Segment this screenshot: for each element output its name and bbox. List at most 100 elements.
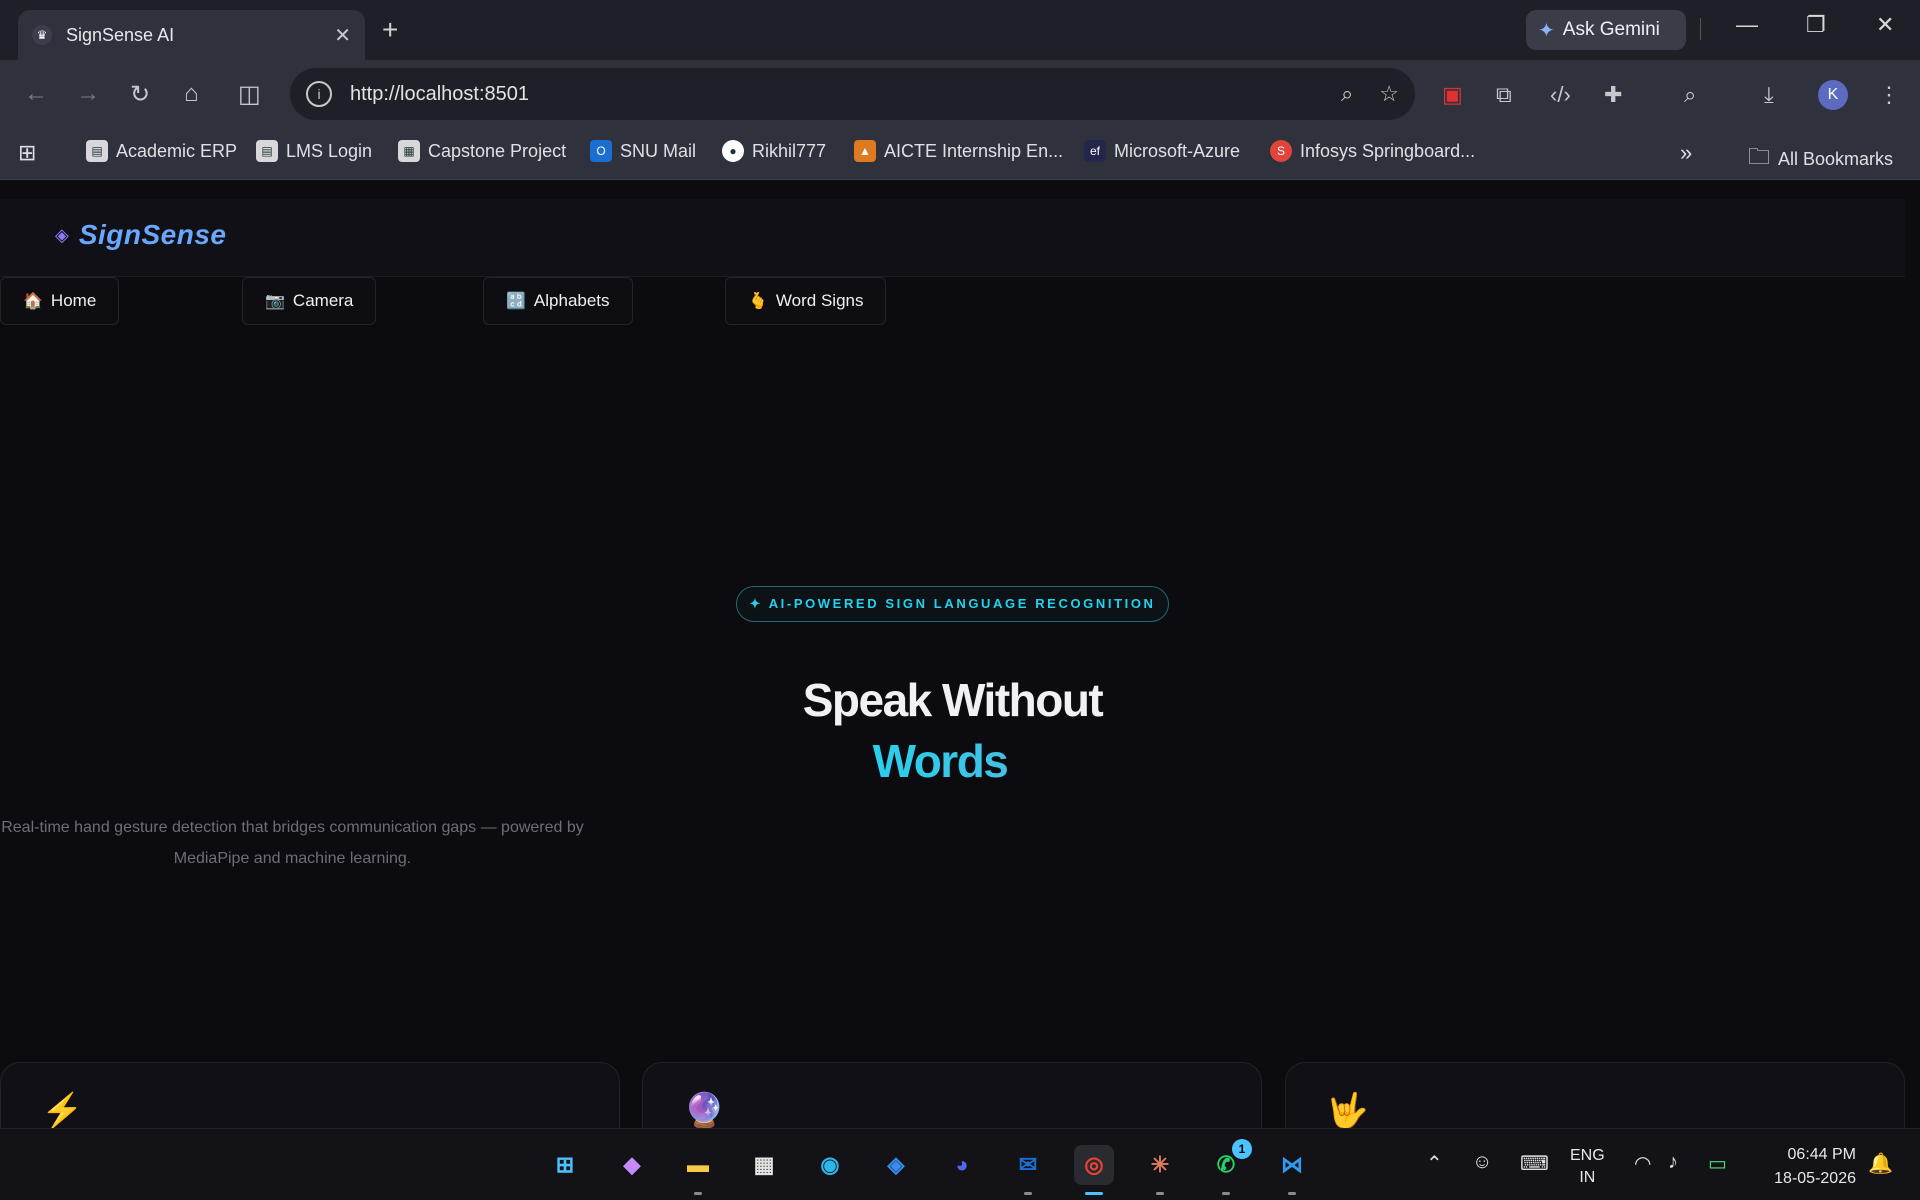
site-info-icon[interactable]: i [306, 81, 332, 107]
chrome-icon[interactable]: ◎ [1074, 1145, 1114, 1195]
tab-alphabets[interactable]: 🔡 Alphabets [483, 277, 633, 325]
microsoft-store-icon[interactable]: ▦ [744, 1145, 784, 1185]
tab-label: Alphabets [533, 291, 610, 310]
forward-arrow-icon[interactable]: → [76, 80, 100, 108]
more-bookmarks-chevron-icon[interactable]: » [1680, 140, 1692, 166]
outlook-icon[interactable]: ✉ [1008, 1145, 1048, 1195]
system-clock[interactable]: 06:44 PM 18-05-2026 [1760, 1143, 1856, 1191]
bookmark-microsoft-azure[interactable]: ef Microsoft-Azure [1084, 140, 1240, 162]
download-icon[interactable]: ⤓ [1764, 82, 1774, 108]
windows-taskbar: ⊞ ◆ ▬ ▦ ◉ ◈ ◕ ✉ ◎ ✳ ✆ 1 ⋈ ⌃ ☺ ⌨ ENG IN ◠ … [0, 1128, 1920, 1200]
sign-hand-icon: 🤟 [1326, 1092, 1369, 1128]
address-bar[interactable]: i http://localhost:8501 ⌕ ☆ [290, 68, 1415, 120]
all-bookmarks-label: All Bookmarks [1778, 148, 1894, 169]
wifi-icon[interactable]: ◠ [1634, 1151, 1651, 1176]
folder-icon: 🗀 [1748, 144, 1771, 169]
code-extension-icon[interactable]: ‹/› [1550, 82, 1571, 108]
browser-toolbar: ← → ↻ ⌂ ◫ i http://localhost:8501 ⌕ ☆ ▣ … [0, 60, 1920, 128]
new-tab-button[interactable]: + [382, 14, 398, 46]
ask-gemini-label: Ask Gemini [1562, 19, 1660, 40]
start-windows-icon[interactable]: ⊞ [545, 1145, 585, 1185]
clock-date: 18-05-2026 [1774, 1170, 1856, 1187]
home-icon[interactable]: ⌂ [184, 80, 199, 108]
alphabet-icon: 🔡 [506, 293, 526, 310]
copilot-icon[interactable]: ◆ [612, 1145, 652, 1185]
menu-kebab-icon[interactable]: ⋮ [1878, 82, 1900, 108]
tablet-keyboard-icon[interactable]: ⌨ [1520, 1151, 1549, 1176]
close-tab-icon[interactable]: ✕ [334, 23, 351, 48]
erp-icon: ▤ [86, 140, 108, 162]
active-indicator [1085, 1192, 1103, 1195]
bookmark-capstone-project[interactable]: ▦ Capstone Project [398, 140, 566, 162]
discord-icon[interactable]: ◕ [942, 1145, 982, 1185]
file-explorer-icon[interactable]: ▬ [678, 1145, 718, 1195]
show-hidden-icons-chevron-icon[interactable]: ⌃ [1426, 1151, 1443, 1176]
notifications-bell-icon[interactable]: 🔔 [1868, 1151, 1893, 1176]
bookmark-aicte[interactable]: ▲ AICTE Internship En... [854, 140, 1063, 162]
bookmark-rikhil777[interactable]: ● Rikhil777 [722, 140, 826, 162]
tab-title: SignSense AI [66, 24, 175, 45]
vscode-icon[interactable]: ⋈ [1272, 1145, 1312, 1195]
bookmark-label: AICTE Internship En... [884, 140, 1064, 161]
split-view-icon[interactable]: ◫ [238, 80, 261, 109]
running-indicator [1288, 1192, 1296, 1195]
bookmark-snu-mail[interactable]: O SNU Mail [590, 140, 696, 162]
house-icon: 🏠 [23, 293, 43, 310]
crown-icon: ♛ [32, 25, 52, 45]
language-indicator[interactable]: ENG IN [1570, 1145, 1605, 1189]
restore-button[interactable]: ❐ [1806, 12, 1826, 38]
url-text[interactable]: http://localhost:8501 [350, 83, 1315, 106]
volume-icon[interactable]: ♪ [1668, 1151, 1678, 1174]
bookmark-infosys-springboard[interactable]: S Infosys Springboard... [1270, 140, 1475, 162]
ask-gemini-button[interactable]: ✦ Ask Gemini [1526, 10, 1686, 50]
app-logo[interactable]: ◈ SignSense [55, 219, 227, 251]
capstone-icon: ▦ [398, 140, 420, 162]
browser-tab[interactable]: ♛ SignSense AI ✕ [18, 10, 365, 60]
camera-icon: 📷 [265, 293, 285, 310]
hero-title-line1: Speak Without [802, 674, 1104, 726]
clock-time: 06:44 PM [1787, 1146, 1856, 1163]
ef-icon: ef [1084, 140, 1106, 162]
profile-avatar[interactable]: K [1818, 80, 1848, 110]
lightning-icon: ⚡ [41, 1092, 84, 1128]
tab-label: Word Signs [775, 291, 864, 310]
hero-badge: ✦ AI-POWERED SIGN LANGUAGE RECOGNITION [736, 586, 1169, 622]
bookmark-label: SNU Mail [620, 140, 697, 161]
mcafee-extension-icon[interactable]: ▣ [1442, 82, 1463, 108]
hero-title-line2: Words [0, 734, 1880, 788]
apps-grid-icon[interactable]: ⊞ [18, 140, 36, 166]
brand-name: SignSense [78, 219, 227, 250]
whatsapp-icon[interactable]: ✆ 1 [1206, 1139, 1252, 1195]
bookmark-lms-login[interactable]: ▤ LMS Login [256, 140, 372, 162]
hand-sign-icon: 🫰 [748, 293, 768, 310]
reload-icon[interactable]: ↻ [130, 80, 150, 109]
running-indicator [694, 1192, 702, 1195]
all-bookmarks-folder[interactable]: 🗀 All Bookmarks [1748, 140, 1893, 178]
bookmarks-bar: ⊞ ▤ Academic ERP ▤ LMS Login ▦ Capstone … [0, 128, 1920, 180]
tab-camera[interactable]: 📷 Camera [242, 277, 377, 325]
springboard-icon: S [1270, 140, 1292, 162]
tab-word-signs[interactable]: 🫰 Word Signs [725, 277, 887, 325]
tab-home[interactable]: 🏠 Home [0, 277, 120, 325]
back-arrow-icon[interactable]: ← [24, 80, 48, 108]
battery-charging-icon[interactable]: ▭ [1708, 1151, 1727, 1176]
feature-card: 🤟 [1285, 1062, 1905, 1128]
zoom-icon[interactable]: ⌕ [1341, 81, 1353, 107]
bookmark-star-icon[interactable]: ☆ [1379, 81, 1399, 107]
reading-mode-icon[interactable]: ⌕ [1684, 82, 1696, 108]
close-window-button[interactable]: ✕ [1876, 12, 1894, 38]
minimize-button[interactable]: — [1736, 12, 1758, 38]
region-code: IN [1579, 1169, 1596, 1186]
extensions-puzzle-icon[interactable]: ✚ [1604, 82, 1622, 108]
bookmark-label: Infosys Springboard... [1300, 140, 1476, 161]
browser-titlebar: ♛ SignSense AI ✕ + ✦ Ask Gemini — ❐ ✕ [0, 0, 1920, 60]
edge-icon[interactable]: ◉ [810, 1145, 850, 1185]
running-indicator [1024, 1192, 1032, 1195]
bookmark-academic-erp[interactable]: ▤ Academic ERP [86, 140, 237, 162]
tab-search-extension-icon[interactable]: ⧉ [1496, 82, 1512, 108]
claude-icon[interactable]: ✳ [1140, 1145, 1180, 1195]
notification-count: 1 [1232, 1139, 1252, 1159]
lens-app-icon[interactable]: ◈ [876, 1145, 916, 1185]
accessibility-icon[interactable]: ☺ [1472, 1151, 1492, 1174]
app-header: ◈ SignSense [0, 199, 1905, 277]
